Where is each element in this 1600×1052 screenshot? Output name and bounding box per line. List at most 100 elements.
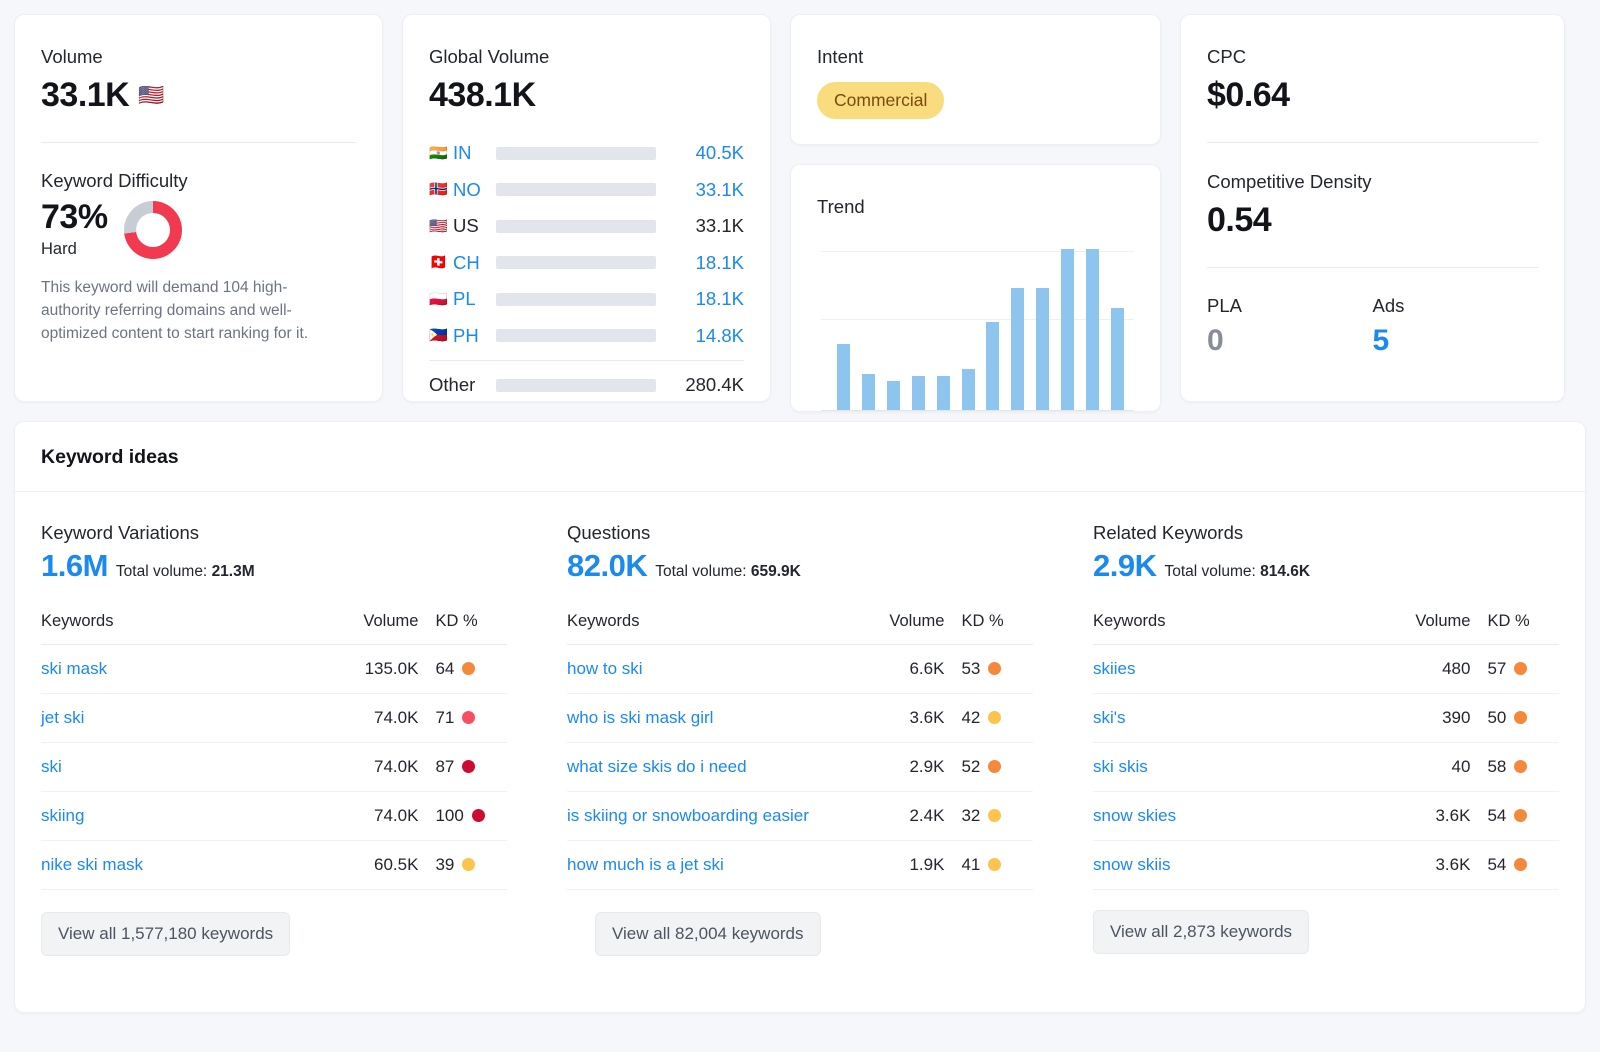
- keyword-cell[interactable]: jet ski: [41, 694, 311, 743]
- intent-badge[interactable]: Commercial: [817, 82, 944, 119]
- column-count[interactable]: 82.0K: [567, 548, 647, 584]
- table-row[interactable]: skiies48057: [1093, 645, 1559, 694]
- keyword-link[interactable]: ski mask: [41, 659, 107, 678]
- table-row[interactable]: nike ski mask60.5K39: [41, 841, 507, 890]
- country-code[interactable]: PL: [453, 288, 496, 310]
- country-volume-value[interactable]: 18.1K: [670, 252, 744, 274]
- country-row[interactable]: 🇺🇸US33.1K: [429, 208, 744, 245]
- header-kd[interactable]: KD %: [1470, 612, 1559, 645]
- kd-status-dot: [1514, 858, 1527, 871]
- trend-card: Trend: [790, 164, 1161, 412]
- kd-cell: 54: [1470, 841, 1559, 890]
- column-title: Keyword Variations: [41, 522, 507, 544]
- keyword-link[interactable]: ski skis: [1093, 757, 1148, 776]
- keyword-link[interactable]: skiing: [41, 806, 84, 825]
- table-row[interactable]: ski skis4058: [1093, 743, 1559, 792]
- keyword-link[interactable]: is skiing or snowboarding easier: [567, 806, 809, 825]
- view-all-button[interactable]: View all 2,873 keywords: [1093, 910, 1309, 954]
- keyword-cell[interactable]: skiing: [41, 792, 311, 841]
- country-code[interactable]: PH: [453, 325, 496, 347]
- cpc-card: CPC $0.64 Competitive Density 0.54 PLA 0…: [1180, 14, 1565, 402]
- keyword-cell[interactable]: how to ski: [567, 645, 837, 694]
- keyword-cell[interactable]: snow skiis: [1093, 841, 1363, 890]
- keyword-cell[interactable]: ski mask: [41, 645, 311, 694]
- keyword-cell[interactable]: how much is a jet ski: [567, 841, 837, 890]
- country-row[interactable]: 🇨🇭CH 18.1K: [429, 245, 744, 282]
- table-row[interactable]: jet ski74.0K71: [41, 694, 507, 743]
- keyword-link[interactable]: nike ski mask: [41, 855, 143, 874]
- table-row[interactable]: is skiing or snowboarding easier2.4K32: [567, 792, 1033, 841]
- table-row[interactable]: who is ski mask girl3.6K42: [567, 694, 1033, 743]
- header-kd[interactable]: KD %: [418, 612, 507, 645]
- kd-cell: 71: [418, 694, 507, 743]
- country-flag-icon: 🇮🇳: [429, 146, 453, 161]
- table-row[interactable]: snow skies3.6K54: [1093, 792, 1559, 841]
- keyword-cell[interactable]: is skiing or snowboarding easier: [567, 792, 837, 841]
- country-row[interactable]: 🇵🇭PH14.8K: [429, 318, 744, 355]
- keyword-cell[interactable]: ski: [41, 743, 311, 792]
- keyword-cell[interactable]: ski's: [1093, 694, 1363, 743]
- country-volume-value[interactable]: 33.1K: [670, 179, 744, 201]
- kd-cell: 41: [944, 841, 1033, 890]
- keyword-ideas-columns: Keyword Variations1.6MTotal volume: 21.3…: [15, 492, 1585, 956]
- column-summary: 82.0KTotal volume: 659.9K: [567, 548, 1033, 584]
- column-count[interactable]: 1.6M: [41, 548, 108, 584]
- country-row[interactable]: 🇮🇳IN 40.5K: [429, 135, 744, 172]
- volume-cell: 6.6K: [837, 645, 944, 694]
- keyword-link[interactable]: who is ski mask girl: [567, 708, 713, 727]
- table-row[interactable]: how to ski6.6K53: [567, 645, 1033, 694]
- keyword-difficulty-description: This keyword will demand 104 high-author…: [41, 277, 341, 345]
- country-code[interactable]: NO: [453, 179, 496, 201]
- table-row[interactable]: ski mask135.0K64: [41, 645, 507, 694]
- keyword-cell[interactable]: nike ski mask: [41, 841, 311, 890]
- header-keywords[interactable]: Keywords: [567, 612, 837, 645]
- volume-cell: 40: [1363, 743, 1470, 792]
- keyword-link[interactable]: how to ski: [567, 659, 643, 678]
- country-row[interactable]: 🇳🇴NO33.1K: [429, 172, 744, 209]
- table-row[interactable]: what size skis do i need2.9K52: [567, 743, 1033, 792]
- header-keywords[interactable]: Keywords: [1093, 612, 1363, 645]
- table-row[interactable]: skiing74.0K100: [41, 792, 507, 841]
- keyword-link[interactable]: jet ski: [41, 708, 84, 727]
- table-row[interactable]: ski's39050: [1093, 694, 1559, 743]
- keyword-link[interactable]: how much is a jet ski: [567, 855, 724, 874]
- table-row[interactable]: how much is a jet ski1.9K41: [567, 841, 1033, 890]
- cpc-label: CPC: [1207, 45, 1538, 69]
- country-code[interactable]: US: [453, 215, 496, 237]
- view-all-button[interactable]: View all 82,004 keywords: [595, 912, 821, 956]
- country-row[interactable]: 🇵🇱PL18.1K: [429, 281, 744, 318]
- table-row[interactable]: snow skiis3.6K54: [1093, 841, 1559, 890]
- country-volume-value[interactable]: 14.8K: [670, 325, 744, 347]
- keyword-difficulty-value: 73%: [41, 197, 108, 238]
- header-volume[interactable]: Volume: [311, 612, 418, 645]
- country-flag-icon: 🇨🇭: [429, 255, 453, 270]
- keyword-cell[interactable]: snow skies: [1093, 792, 1363, 841]
- country-code[interactable]: CH: [453, 252, 496, 274]
- keyword-link[interactable]: ski: [41, 757, 62, 776]
- view-all-button[interactable]: View all 1,577,180 keywords: [41, 912, 290, 956]
- ads-value[interactable]: 5: [1373, 324, 1539, 358]
- keyword-link[interactable]: skiies: [1093, 659, 1136, 678]
- table-row[interactable]: ski74.0K87: [41, 743, 507, 792]
- column-count[interactable]: 2.9K: [1093, 548, 1156, 584]
- keyword-link[interactable]: snow skies: [1093, 806, 1176, 825]
- header-volume[interactable]: Volume: [1363, 612, 1470, 645]
- header-volume[interactable]: Volume: [837, 612, 944, 645]
- country-volume-value[interactable]: 40.5K: [670, 142, 744, 164]
- keyword-link[interactable]: ski's: [1093, 708, 1126, 727]
- kd-status-dot: [988, 760, 1001, 773]
- divider: [429, 360, 744, 361]
- keyword-cell[interactable]: who is ski mask girl: [567, 694, 837, 743]
- country-volume-value[interactable]: 18.1K: [670, 288, 744, 310]
- country-code[interactable]: IN: [453, 142, 496, 164]
- keyword-cell[interactable]: ski skis: [1093, 743, 1363, 792]
- keyword-link[interactable]: what size skis do i need: [567, 757, 747, 776]
- trend-bar: [887, 381, 900, 410]
- header-keywords[interactable]: Keywords: [41, 612, 311, 645]
- kd-status-dot: [462, 711, 475, 724]
- keyword-link[interactable]: snow skiis: [1093, 855, 1170, 874]
- keyword-cell[interactable]: what size skis do i need: [567, 743, 837, 792]
- keyword-cell[interactable]: skiies: [1093, 645, 1363, 694]
- country-volume-value[interactable]: 33.1K: [670, 215, 744, 237]
- header-kd[interactable]: KD %: [944, 612, 1033, 645]
